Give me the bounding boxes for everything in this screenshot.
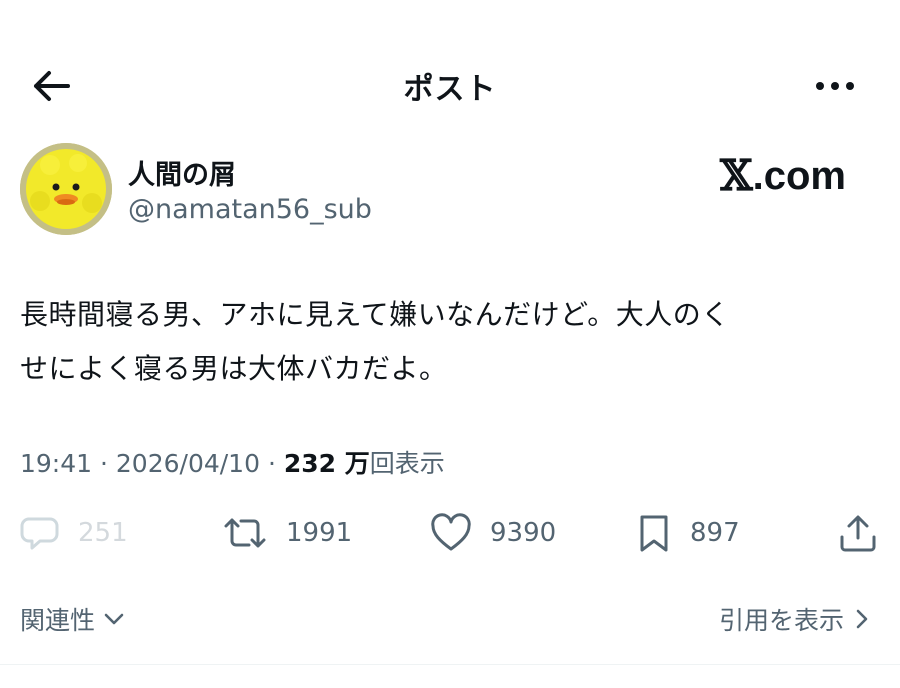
reply-icon xyxy=(20,517,59,550)
bookmark-icon xyxy=(640,515,668,552)
reply-count: 251 xyxy=(78,518,128,548)
reply-button[interactable]: 251 xyxy=(20,508,128,558)
meta-separator: · xyxy=(100,449,108,478)
duckling-avatar-icon xyxy=(20,143,112,235)
like-button[interactable]: 9390 xyxy=(430,508,556,558)
view-quotes-label: 引用を表示 xyxy=(718,606,844,635)
tweet-date[interactable]: 2026/04/10 xyxy=(116,449,260,478)
page-title: ポスト xyxy=(403,72,497,107)
action-bar: 251 1991 9390 897 xyxy=(0,508,900,558)
chevron-down-icon xyxy=(104,613,124,625)
bookmark-count: 897 xyxy=(690,518,740,548)
tweet-meta: 19:41 · 2026/04/10 · 232 万回表示 xyxy=(20,444,445,480)
share-button[interactable] xyxy=(838,508,878,558)
views-label: 回表示 xyxy=(369,449,445,478)
bookmark-button[interactable]: 897 xyxy=(636,508,740,558)
author-block: 人間の屑 @namatan56_sub 𝕏 .com xyxy=(20,143,880,243)
display-name[interactable]: 人間の屑 xyxy=(128,153,236,192)
user-handle[interactable]: @namatan56_sub xyxy=(128,194,372,225)
heart-icon xyxy=(431,513,471,551)
x-com-watermark: 𝕏 .com xyxy=(720,151,880,201)
more-options-button[interactable] xyxy=(805,68,865,104)
sort-relevance-dropdown[interactable]: 関連性 xyxy=(20,601,127,637)
more-horizontal-icon xyxy=(816,82,854,90)
chevron-right-icon xyxy=(856,609,868,629)
tweet-text-line: 長時間寝る男、アホに見えて嫌いなんだけど。大人のく xyxy=(20,298,730,331)
x-logo-icon: 𝕏 xyxy=(720,151,753,200)
tweet-text: 長時間寝る男、アホに見えて嫌いなんだけど。大人のく せによく寝る男は大体バカだよ… xyxy=(20,288,880,396)
sort-label: 関連性 xyxy=(20,606,96,635)
repost-count: 1991 xyxy=(286,518,353,548)
repost-button[interactable]: 1991 xyxy=(222,508,352,558)
avatar[interactable] xyxy=(20,143,112,235)
share-icon xyxy=(840,515,876,552)
meta-separator: · xyxy=(267,449,276,478)
tweet-time[interactable]: 19:41 xyxy=(20,449,92,478)
like-count: 9390 xyxy=(490,518,557,548)
replies-controls: 関連性 引用を表示 xyxy=(0,596,900,646)
tweet-text-line: せによく寝る男は大体バカだよ。 xyxy=(20,352,448,385)
repost-icon xyxy=(224,518,266,548)
view-quotes-link[interactable]: 引用を表示 xyxy=(719,601,874,637)
top-bar: ポスト xyxy=(0,50,900,120)
views-count: 232 万 xyxy=(283,449,370,478)
divider xyxy=(0,664,900,665)
watermark-domain: .com xyxy=(752,154,846,198)
